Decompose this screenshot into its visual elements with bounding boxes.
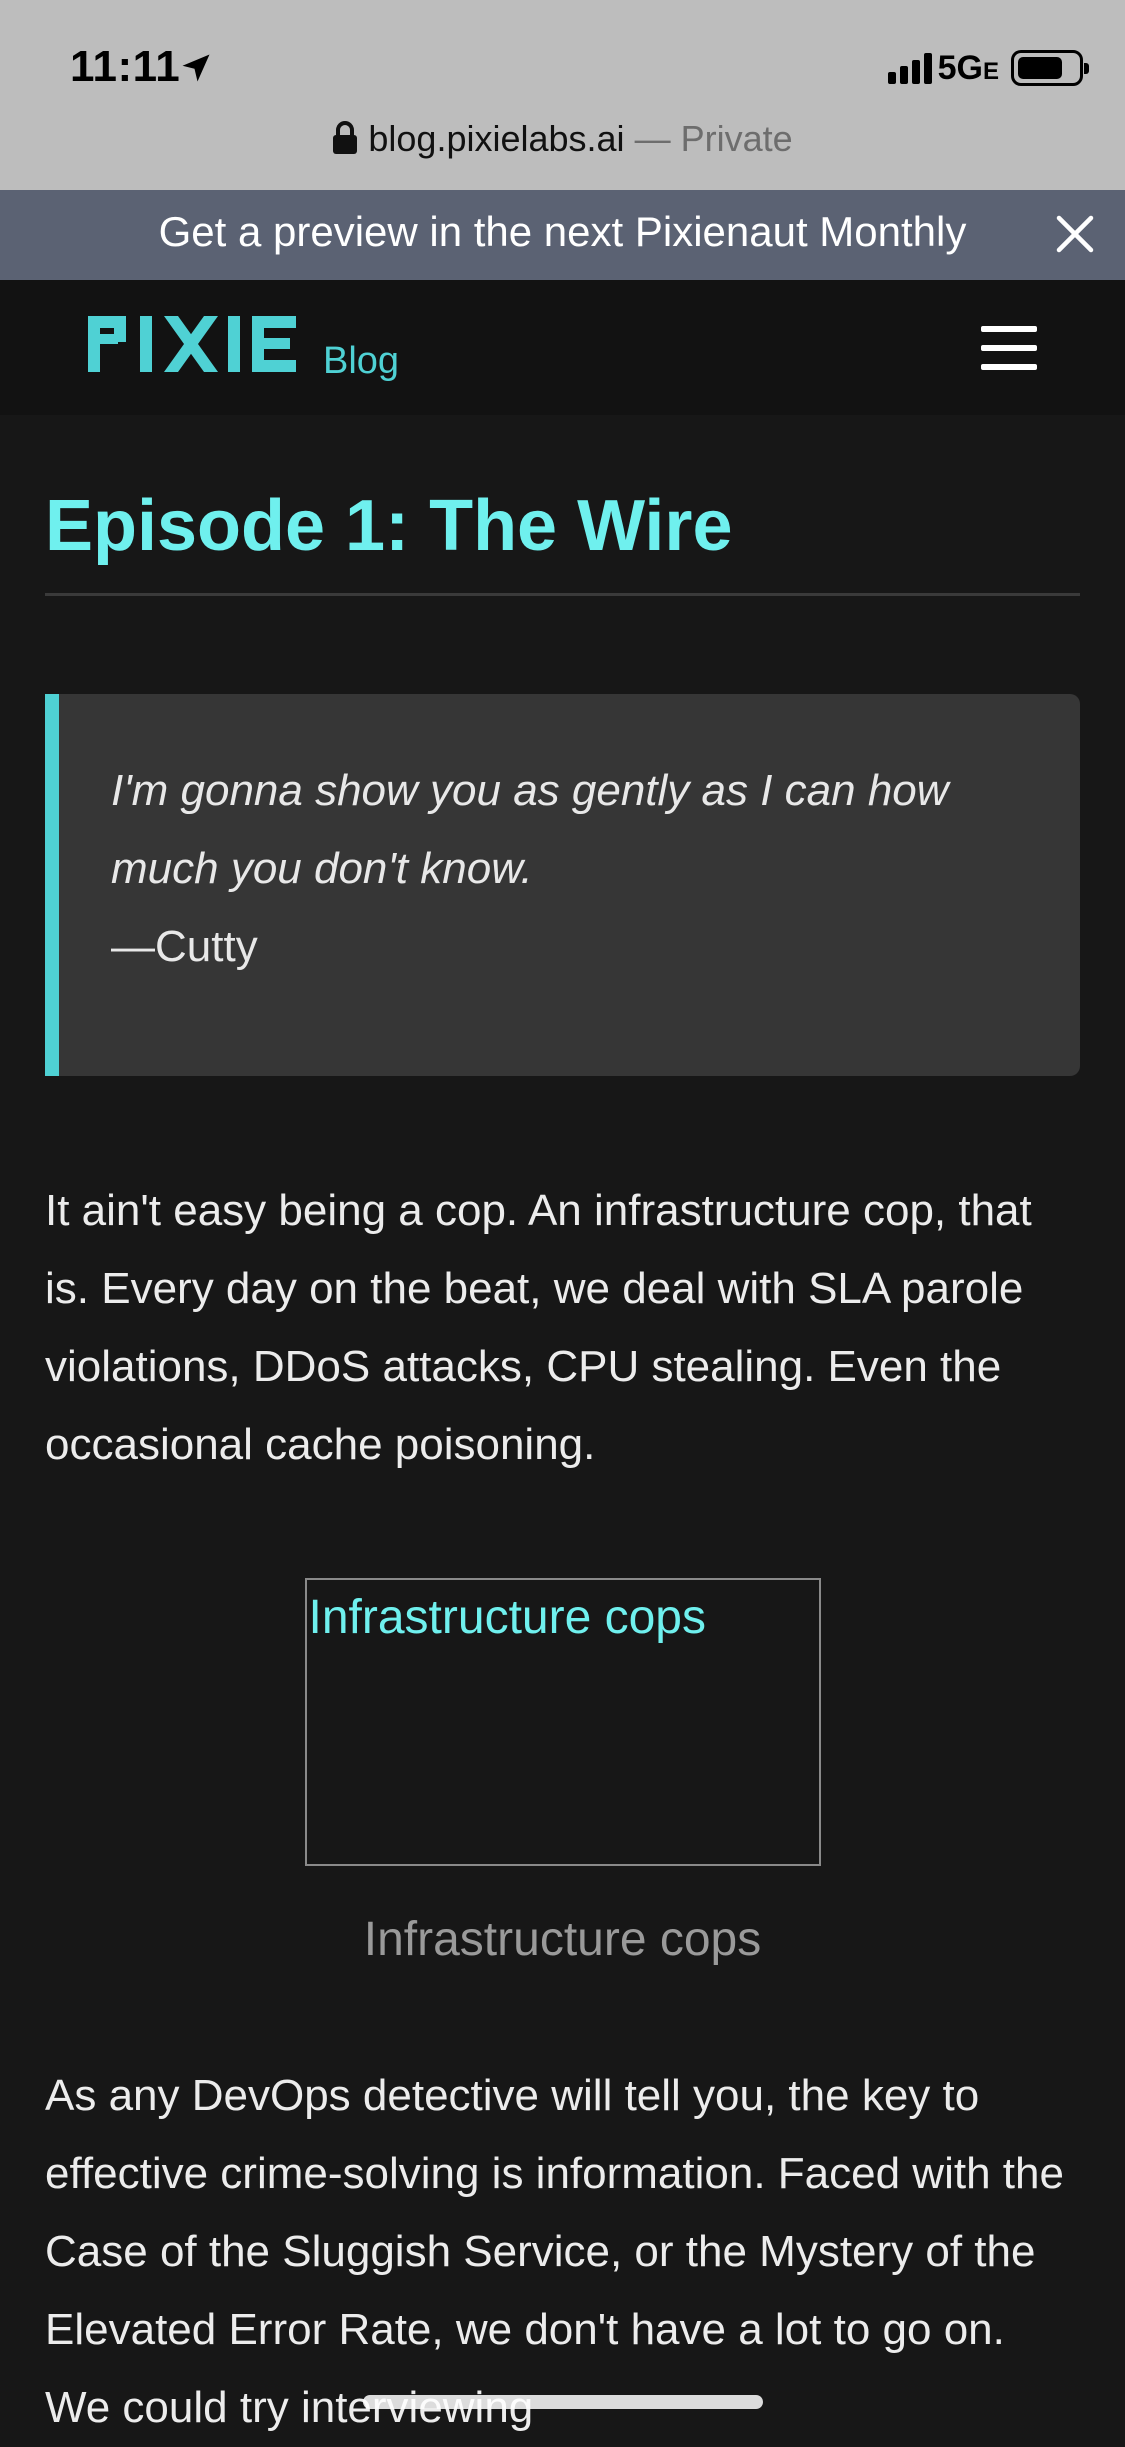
lock-icon	[333, 121, 358, 154]
browser-chrome: 11:11 5GE blog.pixielabs.ai — Private	[0, 0, 1125, 190]
private-label: — Private	[634, 118, 793, 159]
network-type: 5GE	[938, 49, 999, 88]
banner-text[interactable]: Get a preview in the next Pixienaut Mont…	[0, 208, 1125, 256]
pixie-logo[interactable]	[88, 314, 300, 374]
signal-icon	[887, 52, 932, 84]
blockquote: I'm gonna show you as gently as I can ho…	[45, 694, 1080, 1077]
close-icon[interactable]	[1047, 206, 1103, 262]
hamburger-menu-icon[interactable]	[981, 326, 1037, 370]
announcement-banner[interactable]: Get a preview in the next Pixienaut Mont…	[0, 190, 1125, 280]
post-title: Episode 1: The Wire	[45, 486, 733, 566]
paragraph-1: It ain't easy being a cop. An infrastruc…	[45, 1186, 1032, 1470]
figure: Infrastructure cops Infrastructure cops	[45, 1578, 1080, 1967]
quote-author: —Cutty	[111, 922, 258, 972]
figure-image-placeholder: Infrastructure cops	[304, 1578, 821, 1867]
site-header: Blog	[0, 280, 1125, 415]
battery-icon	[1011, 50, 1089, 86]
url-domain: blog.pixielabs.ai	[368, 118, 625, 159]
quote-text: I'm gonna show you as gently as I can ho…	[111, 766, 949, 894]
address-bar[interactable]: blog.pixielabs.ai — Private	[0, 118, 1125, 160]
paragraph-2: As any DevOps detective will tell you, t…	[45, 2071, 1064, 2433]
title-divider	[45, 593, 1080, 597]
figure-caption: Infrastructure cops	[363, 1913, 762, 1967]
network-suffix: E	[982, 57, 999, 85]
battery-level	[1018, 57, 1062, 79]
status-time: 11:11	[70, 42, 181, 91]
logo-blog-label[interactable]: Blog	[323, 340, 399, 383]
status-indicators: 5GE	[887, 48, 1089, 88]
location-arrow-icon	[182, 54, 210, 82]
home-indicator[interactable]	[363, 2395, 763, 2409]
network-label: 5G	[937, 48, 983, 87]
article: Episode 1: The Wire I'm gonna show you a…	[45, 415, 1080, 2447]
